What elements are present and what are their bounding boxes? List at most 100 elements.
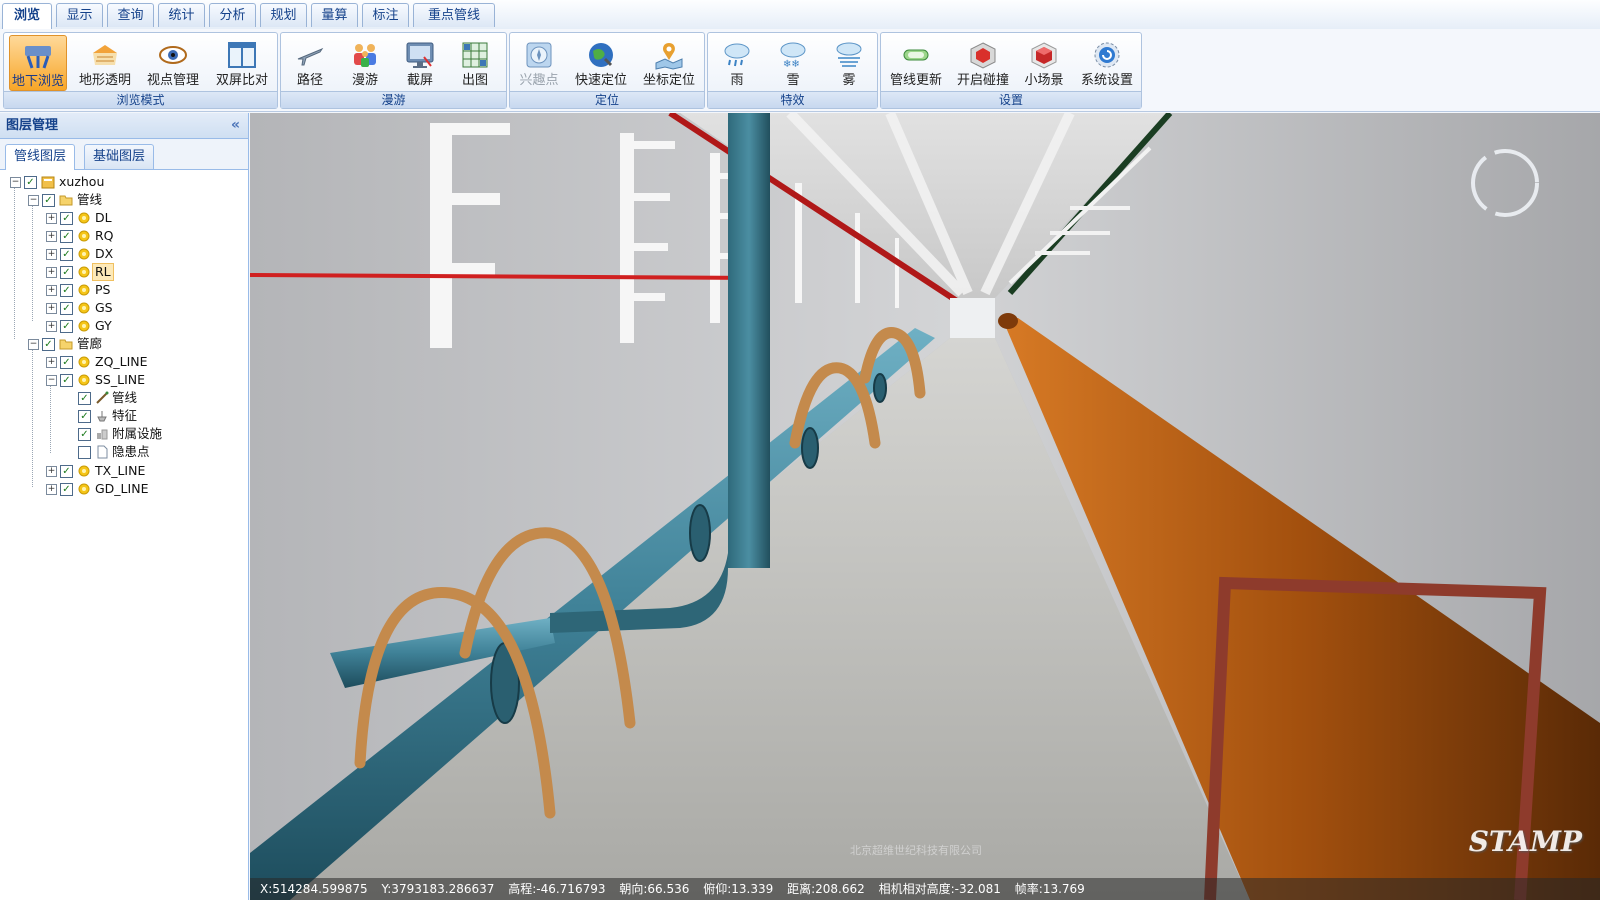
tree-node-dx[interactable]: + ✓ DX: [0, 245, 240, 263]
layer-checkbox[interactable]: ✓: [78, 410, 91, 423]
expand-toggle[interactable]: +: [46, 303, 57, 314]
coordinate-locate-button[interactable]: 坐标定位: [637, 35, 701, 91]
tab-planning[interactable]: 规划: [260, 3, 307, 27]
snow-icon: ❄❄: [777, 39, 809, 71]
expand-toggle[interactable]: +: [46, 484, 57, 495]
screenshot-button[interactable]: 截屏: [395, 35, 445, 91]
enable-collision-button[interactable]: 开启碰撞: [951, 35, 1015, 91]
layer-checkbox[interactable]: ✓: [60, 374, 73, 387]
collapse-toggle[interactable]: −: [46, 375, 57, 386]
line-icon: [95, 391, 109, 405]
tree-node-ss-feature[interactable]: ✓ 特征: [0, 407, 240, 425]
tree-node-dl[interactable]: + ✓ DL: [0, 209, 240, 227]
layer-checkbox-unchecked[interactable]: [78, 446, 91, 459]
small-scene-button[interactable]: 小场景: [1018, 35, 1070, 91]
tab-key-pipelines[interactable]: 重点管线: [413, 3, 495, 27]
pipe-update-icon: [900, 39, 932, 71]
layer-checkbox[interactable]: ✓: [60, 266, 73, 279]
path-button[interactable]: 路径: [285, 35, 335, 91]
expand-toggle[interactable]: +: [46, 249, 57, 260]
quick-locate-button[interactable]: 快速定位: [570, 35, 632, 91]
collapse-panel-icon[interactable]: «: [231, 113, 240, 138]
tree-node-gd-line[interactable]: + ✓ GD_LINE: [0, 480, 240, 498]
status-y: Y:3793183.286637: [381, 882, 495, 896]
tab-display[interactable]: 显示: [56, 3, 103, 27]
underground-browse-button[interactable]: 地下浏览: [9, 35, 67, 91]
feature-icon: [95, 409, 109, 423]
tree-node-gs[interactable]: + ✓ GS: [0, 299, 240, 317]
expand-toggle[interactable]: +: [46, 466, 57, 477]
roam-button[interactable]: 漫游: [340, 35, 390, 91]
settings-icon: [1091, 39, 1123, 71]
tab-browse[interactable]: 浏览: [2, 3, 52, 29]
collapse-toggle[interactable]: −: [28, 339, 39, 350]
tab-query[interactable]: 查询: [107, 3, 154, 27]
expand-toggle[interactable]: +: [46, 285, 57, 296]
database-icon: [41, 175, 55, 189]
expand-toggle[interactable]: +: [46, 267, 57, 278]
tree-node-label: 管廊: [77, 336, 103, 351]
status-heading: 朝向:66.536: [619, 882, 690, 896]
tab-pipeline-layers[interactable]: 管线图层: [5, 144, 76, 170]
layer-checkbox[interactable]: ✓: [60, 302, 73, 315]
viewpoint-manage-button[interactable]: 视点管理: [142, 35, 204, 91]
layer-icon: [77, 482, 91, 496]
monitor-icon: [404, 39, 436, 71]
layer-checkbox[interactable]: ✓: [60, 212, 73, 225]
tree-node-xuzhou[interactable]: − ✓ xuzhou: [0, 173, 240, 191]
pipeline-update-button[interactable]: 管线更新: [885, 35, 947, 91]
expand-toggle[interactable]: +: [46, 357, 57, 368]
people-icon: [349, 39, 381, 71]
tree-node-utility-tunnel[interactable]: − ✓ 管廊: [0, 335, 240, 353]
layer-icon: [77, 265, 91, 279]
tab-measure[interactable]: 量算: [311, 3, 358, 27]
poi-button[interactable]: 兴趣点: [512, 35, 566, 91]
layer-checkbox[interactable]: ✓: [42, 194, 55, 207]
layer-checkbox[interactable]: ✓: [78, 428, 91, 441]
layer-checkbox[interactable]: ✓: [60, 483, 73, 496]
export-map-button[interactable]: 出图: [450, 35, 500, 91]
snow-button[interactable]: ❄❄ 雪: [768, 35, 818, 91]
tree-node-ps[interactable]: + ✓ PS: [0, 281, 240, 299]
collapse-toggle[interactable]: −: [28, 195, 39, 206]
layer-icon: [77, 464, 91, 478]
compass-icon: [523, 39, 555, 71]
tree-node-ss-hazard[interactable]: 隐患点: [0, 443, 240, 461]
tab-statistics[interactable]: 统计: [158, 3, 205, 27]
tree-node-zq-line[interactable]: + ✓ ZQ_LINE: [0, 353, 240, 371]
tree-node-tx-line[interactable]: + ✓ TX_LINE: [0, 462, 240, 480]
terrain-transparent-button[interactable]: 地形透明: [74, 35, 136, 91]
layer-checkbox[interactable]: ✓: [60, 320, 73, 333]
tree-node-ss-pipeline[interactable]: ✓ 管线: [0, 389, 240, 407]
layer-checkbox[interactable]: ✓: [60, 356, 73, 369]
layer-checkbox[interactable]: ✓: [60, 284, 73, 297]
dual-screen-compare-button[interactable]: 双屏比对: [210, 35, 274, 91]
status-camera-height: 相机相对高度:-32.081: [878, 882, 1001, 896]
layer-checkbox[interactable]: ✓: [78, 392, 91, 405]
fog-button[interactable]: 雾: [824, 35, 874, 91]
layer-checkbox[interactable]: ✓: [60, 230, 73, 243]
expand-toggle[interactable]: +: [46, 321, 57, 332]
tree-node-rq[interactable]: + ✓ RQ: [0, 227, 240, 245]
expand-toggle[interactable]: +: [46, 231, 57, 242]
tab-annotate[interactable]: 标注: [362, 3, 409, 27]
layer-checkbox[interactable]: ✓: [24, 176, 37, 189]
rain-button[interactable]: 雨: [712, 35, 762, 91]
layer-checkbox[interactable]: ✓: [42, 338, 55, 351]
layer-checkbox[interactable]: ✓: [60, 465, 73, 478]
tree-node-label: ZQ_LINE: [95, 354, 148, 369]
tab-analysis[interactable]: 分析: [209, 3, 256, 27]
tree-node-rl[interactable]: + ✓ RL: [0, 263, 240, 281]
document-icon: [95, 445, 109, 459]
tree-node-gy[interactable]: + ✓ GY: [0, 317, 240, 335]
tab-base-layers[interactable]: 基础图层: [84, 144, 155, 169]
layer-checkbox[interactable]: ✓: [60, 248, 73, 261]
tree-node-pipelines[interactable]: − ✓ 管线: [0, 191, 240, 209]
tree-node-label: SS_LINE: [95, 372, 146, 387]
tree-node-ss-facility[interactable]: ✓ 附属设施: [0, 425, 240, 443]
expand-toggle[interactable]: +: [46, 213, 57, 224]
collapse-toggle[interactable]: −: [10, 177, 21, 188]
tree-node-ss-line[interactable]: − ✓ SS_LINE: [0, 371, 240, 389]
system-settings-button[interactable]: 系统设置: [1075, 35, 1139, 91]
3d-scene-viewport[interactable]: 北京超维世纪科技有限公司 STAMP X:514284.599875 Y:379…: [250, 113, 1600, 900]
